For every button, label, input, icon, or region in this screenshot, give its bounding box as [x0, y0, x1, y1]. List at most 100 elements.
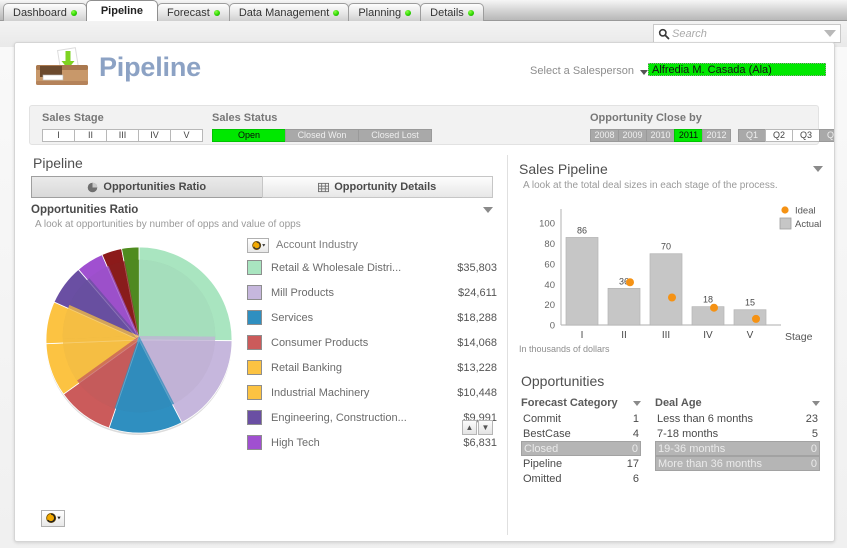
legend-item[interactable]: Engineering, Construction...$9,991: [247, 405, 497, 430]
sales-status-label: Sales Status: [212, 112, 277, 124]
left-panel-tabs: Opportunities Ratio Opportunity Details: [31, 176, 492, 198]
legend-item[interactable]: Retail & Wholesale Distri...$35,803: [247, 255, 497, 280]
chart-options-icon-button[interactable]: [41, 510, 65, 527]
year-button-2012[interactable]: 2012: [702, 129, 731, 142]
search-input[interactable]: Search: [672, 28, 824, 40]
bar[interactable]: [692, 307, 724, 325]
top-tab-bar: DashboardPipeline Forecast Data Management…: [0, 0, 847, 21]
legend-item[interactable]: Industrial Machinery$10,448: [247, 380, 497, 405]
sales-pipeline-bar-chart[interactable]: 02040608010086I36II70III18IV15VStageIn t…: [519, 199, 829, 359]
opportunities-ratio-description: A look at opportunities by number of opp…: [35, 219, 499, 230]
salesperson-value[interactable]: Alfredia M. Casada (Ala): [648, 63, 826, 76]
bar-chart-svg: 02040608010086I36II70III18IV15VStageIn t…: [519, 199, 829, 359]
deal-age-label: More than 36 months: [658, 458, 811, 470]
account-industry-selector-icon[interactable]: [247, 238, 269, 253]
year-button-2008[interactable]: 2008: [590, 129, 619, 142]
panel-divider: [507, 155, 508, 535]
sales-status-buttons: OpenClosed WonClosed Lost: [212, 129, 431, 142]
year-button-2011[interactable]: 2011: [674, 129, 703, 142]
tab-pipeline[interactable]: Pipeline: [86, 0, 158, 21]
legend-color-swatch: [247, 285, 262, 300]
salesperson-dropdown-icon[interactable]: [640, 70, 648, 75]
sales-status-button-closed-lost[interactable]: Closed Lost: [358, 129, 432, 142]
bar[interactable]: [734, 310, 766, 325]
quarter-button-q2[interactable]: Q2: [765, 129, 793, 142]
tab-opportunities-ratio-label: Opportunities Ratio: [103, 181, 206, 193]
tab-dashboard[interactable]: Dashboard: [3, 3, 87, 21]
bar[interactable]: [566, 237, 598, 325]
sales-stage-button-v[interactable]: V: [170, 129, 203, 142]
status-dot-icon: [468, 10, 474, 16]
ideal-marker[interactable]: [626, 278, 634, 286]
deal-age-sort-icon[interactable]: [812, 401, 820, 406]
ideal-marker[interactable]: [752, 315, 760, 323]
sales-status-button-closed-won[interactable]: Closed Won: [285, 129, 359, 142]
deal-age-value: 0: [811, 458, 817, 470]
forecast-category-row[interactable]: Commit1: [521, 411, 641, 426]
year-buttons: 20082009201020112012: [590, 129, 730, 142]
legend-color-swatch: [247, 385, 262, 400]
legend-item[interactable]: Retail Banking$13,228: [247, 355, 497, 380]
deal-age-row[interactable]: More than 36 months0: [655, 456, 820, 471]
scroll-down-button[interactable]: ▼: [478, 420, 493, 435]
sales-stage-buttons: IIIIIIIVV: [42, 129, 202, 142]
pie-chart[interactable]: [39, 240, 239, 440]
status-dot-icon: [214, 10, 220, 16]
deal-age-row[interactable]: 19-36 months0: [655, 441, 820, 456]
scroll-up-button[interactable]: ▲: [462, 420, 477, 435]
sales-stage-button-iii[interactable]: III: [106, 129, 139, 142]
deal-age-value: 23: [806, 413, 818, 425]
legend-item-value: $6,831: [463, 437, 497, 449]
year-button-2010[interactable]: 2010: [646, 129, 675, 142]
quarter-button-q1[interactable]: Q1: [738, 129, 766, 142]
forecast-category-value: 1: [633, 413, 639, 425]
legend-item[interactable]: Mill Products$24,611: [247, 280, 497, 305]
deal-age-row[interactable]: Less than 6 months23: [655, 411, 820, 426]
forecast-category-row[interactable]: BestCase4: [521, 426, 641, 441]
tab-label: Data Management: [239, 7, 330, 19]
tab-opportunity-details[interactable]: Opportunity Details: [262, 176, 494, 198]
sales-pipeline-description: A look at the total deal sizes in each s…: [523, 180, 829, 191]
tab-opportunities-ratio[interactable]: Opportunities Ratio: [31, 176, 263, 198]
tab-details[interactable]: Details: [420, 3, 484, 21]
tab-planning[interactable]: Planning: [348, 3, 421, 21]
legend-color-swatch: [247, 335, 262, 350]
tab-forecast[interactable]: Forecast: [157, 3, 230, 21]
bar[interactable]: [650, 254, 682, 325]
ideal-marker[interactable]: [668, 294, 676, 302]
quarter-button-q4[interactable]: Q4: [819, 129, 835, 142]
ideal-marker[interactable]: [710, 304, 718, 312]
pipeline-left-panel: Pipeline Opportunities Ratio Opportunity…: [29, 155, 499, 535]
tab-data-management[interactable]: Data Management: [229, 3, 350, 21]
forecast-category-row[interactable]: Omitted6: [521, 471, 641, 486]
quarter-button-q3[interactable]: Q3: [792, 129, 820, 142]
section-collapse-icon[interactable]: [483, 207, 493, 213]
legend-item[interactable]: High Tech$6,831: [247, 430, 497, 455]
sales-stage-button-i[interactable]: I: [42, 129, 75, 142]
bar[interactable]: [608, 288, 640, 325]
legend-item[interactable]: Services$18,288: [247, 305, 497, 330]
chart-options-button[interactable]: [41, 510, 65, 528]
pie-chart-icon: [87, 182, 98, 193]
sales-pipeline-collapse-icon[interactable]: [813, 166, 823, 172]
chevron-down-icon[interactable]: [824, 30, 836, 37]
table-grid-icon: [318, 182, 329, 193]
deal-age-table: Deal Age Less than 6 months237-18 months…: [655, 395, 820, 486]
tab-label: Details: [430, 7, 464, 19]
refresh-dropdown-icon: [45, 512, 62, 524]
forecast-category-row[interactable]: Closed0: [521, 441, 641, 456]
sales-stage-button-iv[interactable]: IV: [138, 129, 171, 142]
year-button-2009[interactable]: 2009: [618, 129, 647, 142]
legend-item[interactable]: Consumer Products$14,068: [247, 330, 497, 355]
forecast-category-row[interactable]: Pipeline17: [521, 456, 641, 471]
pie-chart-legend: Account Industry Retail & Wholesale Dist…: [247, 235, 497, 455]
deal-age-row[interactable]: 7-18 months5: [655, 426, 820, 441]
sales-stage-button-ii[interactable]: II: [74, 129, 107, 142]
deal-age-value: 0: [811, 443, 817, 455]
tab-label: Forecast: [167, 7, 210, 19]
forecast-category-value: 17: [627, 458, 639, 470]
sales-status-button-open[interactable]: Open: [212, 129, 286, 142]
legend-item-label: Consumer Products: [271, 337, 457, 349]
search-box[interactable]: Search: [653, 24, 841, 43]
forecast-category-sort-icon[interactable]: [633, 401, 641, 406]
